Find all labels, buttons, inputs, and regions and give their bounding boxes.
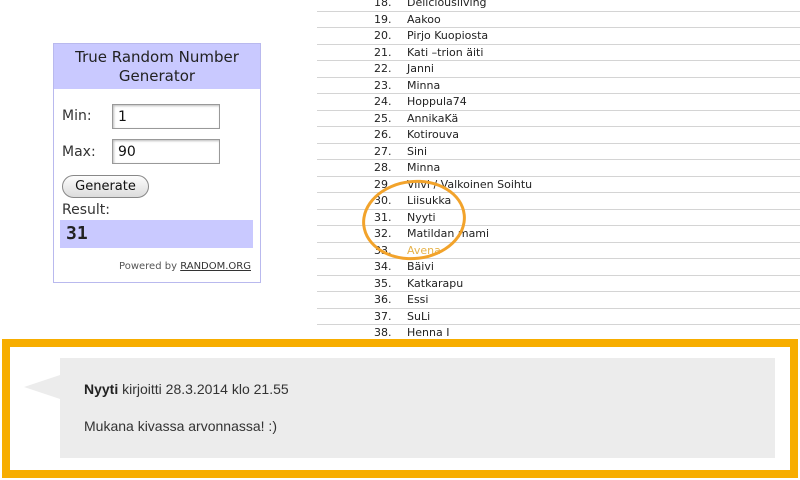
list-item: 26. Kotirouva (317, 127, 800, 144)
random-number-widget: True Random Number Generator Min: Max: G… (53, 43, 261, 283)
comment-header: Nyyti kirjoitti 28.3.2014 klo 21.55 (84, 381, 289, 397)
list-item-name: Pirjo Kuopiosta (407, 29, 489, 42)
list-item-number: 27. (374, 144, 392, 158)
result-value: 31 (60, 220, 253, 248)
max-input[interactable] (112, 139, 220, 164)
comment-bubble-tail (24, 375, 60, 399)
list-item-name: Kati –trion äiti (407, 45, 484, 59)
list-item-number: 22. (374, 62, 392, 75)
result-label: Result: (62, 202, 110, 218)
list-item-number: 21. (374, 45, 392, 59)
list-item-number: 20. (374, 29, 392, 42)
list-item-number: 19. (374, 12, 392, 26)
list-item-name: Bäivi (407, 260, 434, 273)
list-item-number: 34. (374, 260, 392, 273)
list-item: 20. Pirjo Kuopiosta (317, 28, 800, 45)
list-item: 24. Hoppula74 (317, 94, 800, 111)
list-item: 22. Janni (317, 61, 800, 78)
list-item-name: Essi (407, 293, 429, 306)
comment-bubble: Nyyti kirjoitti 28.3.2014 klo 21.55 Muka… (60, 358, 775, 458)
list-item-number: 38. (374, 326, 392, 336)
participant-list: 18. Deliciousliving 19. Aakoo 20. Pirjo Kuopi… (317, 0, 800, 336)
list-item: 25. AnnikaKä (317, 111, 800, 127)
list-item: 38. Henna J (317, 325, 800, 336)
list-item-number: 23. (374, 78, 392, 92)
list-item-number: 35. (374, 276, 392, 290)
list-item-name: Kotirouva (407, 128, 459, 141)
list-item-name: Katkarapu (407, 276, 464, 290)
list-item-number: 24. (374, 95, 392, 108)
list-item-name: Henna J (407, 326, 450, 336)
list-item-number: 26. (374, 128, 392, 141)
powered-by: Powered by RANDOM.ORG (119, 261, 251, 272)
list-item-number: 37. (374, 309, 392, 323)
list-item: 21. Kati –trion äiti (317, 45, 800, 61)
comment-author[interactable]: Nyyti (84, 381, 118, 397)
list-item-name: Janni (407, 62, 434, 75)
min-input[interactable] (112, 104, 220, 129)
list-item-name: Sini (407, 144, 428, 158)
list-item-name: Minna (407, 78, 441, 92)
comment-text: Mukana kivassa arvonnassa! :) (84, 418, 277, 434)
list-item-number: 25. (374, 111, 392, 125)
max-label: Max: (62, 144, 96, 160)
widget-title: True Random Number Generator (54, 44, 260, 89)
random-org-link[interactable]: RANDOM.ORG (180, 261, 251, 272)
min-label: Min: (62, 108, 92, 124)
list-item: 23. Minna (317, 78, 800, 94)
list-item-number: 28. (374, 161, 392, 174)
list-item-number: 36. (374, 293, 392, 306)
list-item-number: 18. (374, 0, 392, 9)
comment-meta: kirjoitti 28.3.2014 klo 21.55 (122, 381, 289, 397)
list-item-name: Hoppula74 (407, 95, 467, 108)
list-item: 35. Katkarapu (317, 276, 800, 292)
generate-button[interactable]: Generate (62, 175, 149, 198)
list-item: 27. Sini (317, 144, 800, 160)
list-item-name: Aakoo (407, 12, 441, 26)
list-item-name: SuLi (407, 309, 431, 323)
list-item-name: AnnikaKä (407, 111, 459, 125)
list-item-name: Deliciousliving (407, 0, 487, 9)
list-item: 36. Essi (317, 292, 800, 309)
list-item-name: Minna (407, 161, 441, 174)
list-item: 37. SuLi (317, 309, 800, 325)
powered-by-text: Powered by (119, 261, 177, 272)
list-item: 19. Aakoo (317, 12, 800, 28)
list-item: 34. Bäivi (317, 259, 800, 276)
list-item: 18. Deliciousliving (317, 0, 800, 12)
list-item: 28. Minna (317, 160, 800, 177)
